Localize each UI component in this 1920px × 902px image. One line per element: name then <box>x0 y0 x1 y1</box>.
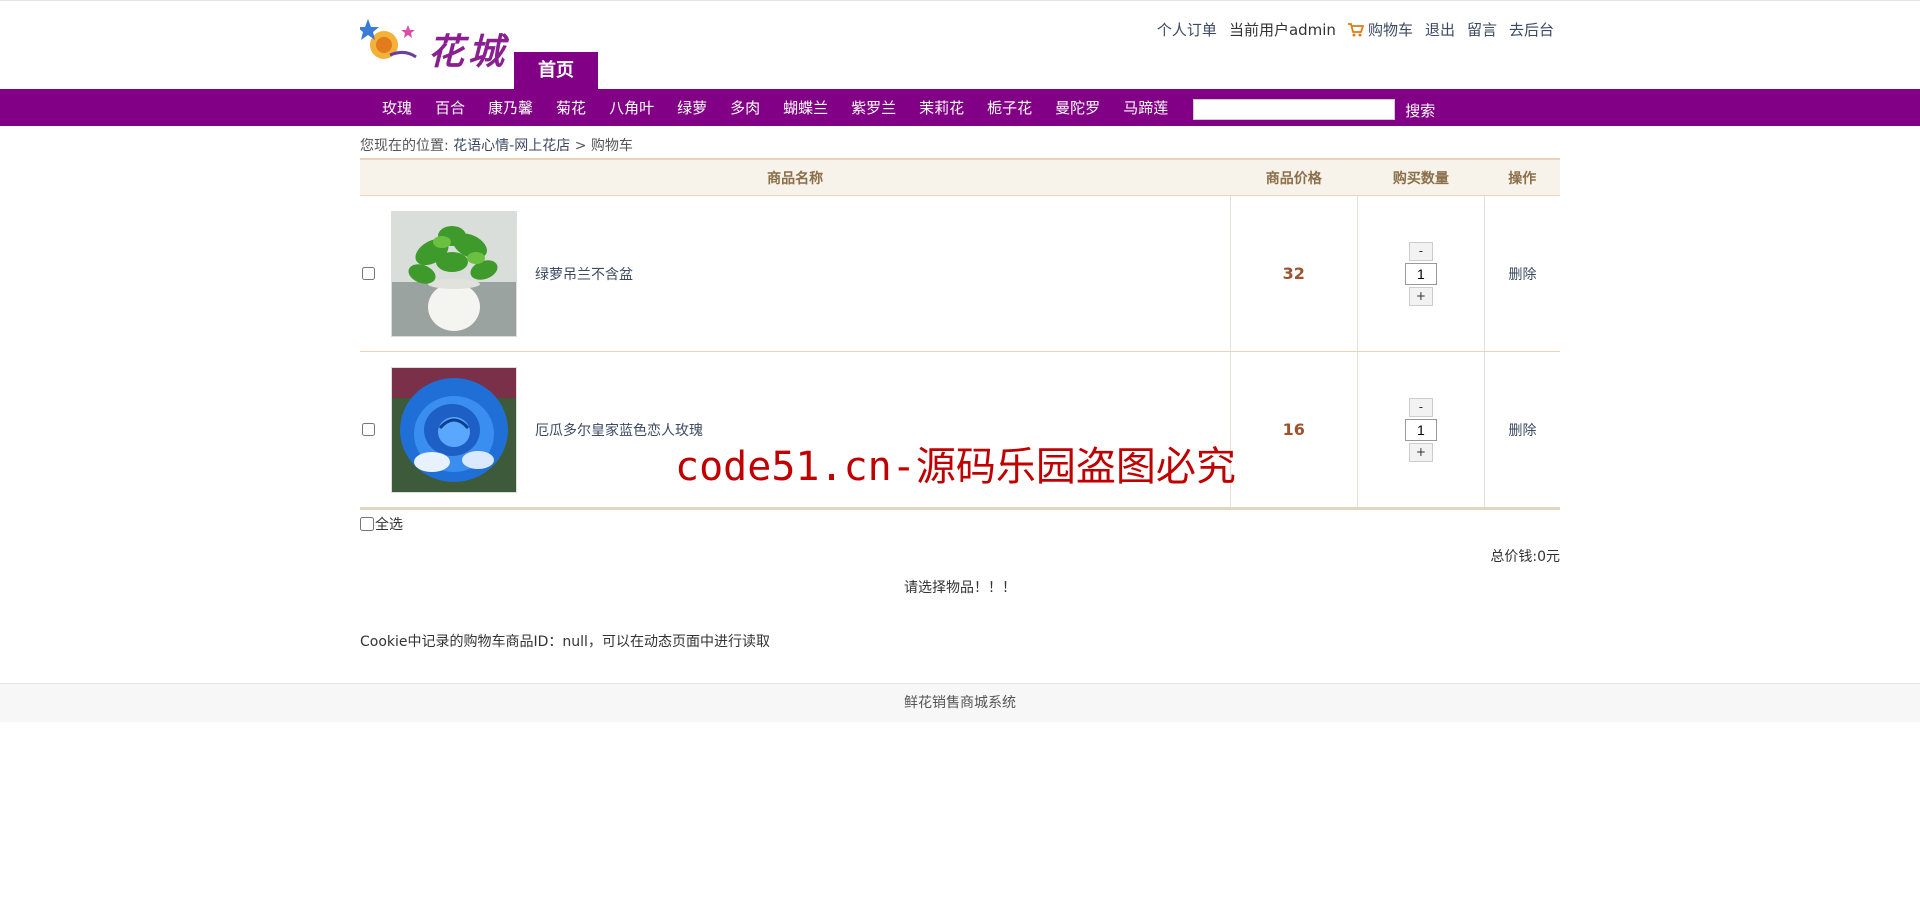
cookie-note: Cookie中记录的购物车商品ID：null，可以在动态页面中进行读取 <box>360 634 770 650</box>
current-user-label: 当前用户admin <box>1228 21 1336 39</box>
increment-button[interactable]: + <box>1408 286 1433 306</box>
nav-item-gardenia[interactable]: 栀子花 <box>987 97 1032 118</box>
nav-item-rose[interactable]: 玫瑰 <box>382 97 412 118</box>
breadcrumb-shop-link[interactable]: 花语心情-网上花店 <box>453 138 570 154</box>
header-action: 操作 <box>1484 158 1560 196</box>
search-input[interactable] <box>1193 98 1396 120</box>
cart-table-header: 商品名称 商品价格 购买数量 操作 <box>360 158 1560 196</box>
footer: 鲜花销售商城系统 <box>0 683 1920 722</box>
delete-link[interactable]: 删除 <box>1508 423 1536 439</box>
cart-link-label: 购物车 <box>1367 21 1413 39</box>
watermark-text: code51.cn-源码乐园盗图必究 <box>675 444 1236 490</box>
total-price: 总价钱:0元 <box>1490 549 1560 565</box>
breadcrumb: 您现在的位置: 花语心情-网上花店 > 购物车 <box>360 135 1560 154</box>
site-logo[interactable]: 花城 <box>357 15 510 73</box>
header: 花城 首页 个人订单 当前用户admin 购物车 退出 留言 去后台 <box>357 1 1560 89</box>
quantity-input[interactable] <box>1404 262 1437 285</box>
product-price: 32 <box>1282 264 1305 283</box>
message-link[interactable]: 留言 <box>1467 19 1497 40</box>
logo-text: 花城 <box>428 31 509 73</box>
quantity-stepper: - + <box>1404 241 1437 306</box>
cell-quantity: - + <box>1356 195 1485 352</box>
cell-action: 删除 <box>1483 351 1560 510</box>
select-all-checkbox[interactable] <box>360 517 374 531</box>
nav-item-jasmine[interactable]: 茉莉花 <box>919 97 964 118</box>
nav-item-chrysanthemum[interactable]: 菊花 <box>556 97 586 118</box>
nav-item-calla-lily[interactable]: 马蹄莲 <box>1123 97 1168 118</box>
select-prompt: 请选择物品！！！ <box>904 580 1016 596</box>
delete-link[interactable]: 删除 <box>1508 267 1536 283</box>
cart-icon <box>1347 22 1364 36</box>
product-price: 16 <box>1282 420 1305 439</box>
select-all: 全选 <box>360 514 1560 534</box>
cell-price: 16 <box>1229 351 1358 510</box>
product-image-pothos[interactable] <box>391 210 517 337</box>
tab-home[interactable]: 首页 <box>514 52 598 89</box>
nav-item-violet[interactable]: 紫罗兰 <box>851 97 896 118</box>
cell-price: 32 <box>1229 195 1358 352</box>
row-checkbox[interactable] <box>362 267 375 280</box>
decrement-button[interactable]: - <box>1408 397 1433 417</box>
category-navbar: 玫瑰 百合 康乃馨 菊花 八角叶 绿萝 多肉 蝴蝶兰 紫罗兰 茉莉花 栀子花 曼… <box>0 89 1920 126</box>
search-button[interactable]: 搜索 <box>1405 100 1435 121</box>
header-price: 商品价格 <box>1230 158 1358 196</box>
breadcrumb-separator: > <box>574 138 587 154</box>
cart-link[interactable]: 购物车 <box>1347 19 1413 40</box>
cell-product: 绿萝吊兰不含盆 <box>360 195 1231 352</box>
breadcrumb-prefix: 您现在的位置: <box>360 138 449 154</box>
category-nav-inner: 玫瑰 百合 康乃馨 菊花 八角叶 绿萝 多肉 蝴蝶兰 紫罗兰 茉莉花 栀子花 曼… <box>360 89 1560 126</box>
breadcrumb-current: 购物车 <box>590 138 633 154</box>
nav-item-orchid[interactable]: 蝴蝶兰 <box>783 97 828 118</box>
table-row: 绿萝吊兰不含盆 32 - + 删除 <box>360 195 1560 352</box>
select-all-label: 全选 <box>375 517 403 533</box>
header-quantity: 购买数量 <box>1357 158 1485 196</box>
nav-item-fatsia[interactable]: 八角叶 <box>609 97 654 118</box>
logo-flower-icon <box>357 19 417 59</box>
decrement-button[interactable]: - <box>1408 241 1433 261</box>
cell-quantity: - + <box>1356 351 1485 510</box>
quantity-input[interactable] <box>1404 418 1437 441</box>
admin-link[interactable]: 去后台 <box>1509 19 1554 40</box>
nav-item-pothos[interactable]: 绿萝 <box>677 97 707 118</box>
nav-item-datura[interactable]: 曼陀罗 <box>1055 97 1100 118</box>
top-links: 个人订单 当前用户admin 购物车 退出 留言 去后台 <box>1157 19 1554 40</box>
row-checkbox[interactable] <box>362 423 375 436</box>
main-content: 您现在的位置: 花语心情-网上花店 > 购物车 商品名称 商品价格 购买数量 操… <box>360 135 1560 651</box>
nav-item-carnation[interactable]: 康乃馨 <box>488 97 533 118</box>
nav-item-lily[interactable]: 百合 <box>435 97 465 118</box>
nav-item-succulent[interactable]: 多肉 <box>730 97 760 118</box>
orders-link[interactable]: 个人订单 <box>1157 19 1217 40</box>
product-name-link[interactable]: 绿萝吊兰不含盆 <box>535 264 633 284</box>
header-product-name: 商品名称 <box>360 158 1231 196</box>
logout-link[interactable]: 退出 <box>1425 19 1455 40</box>
product-image-blue-rose[interactable] <box>391 366 517 493</box>
cell-action: 删除 <box>1483 195 1560 352</box>
increment-button[interactable]: + <box>1408 442 1433 462</box>
quantity-stepper: - + <box>1404 397 1437 462</box>
